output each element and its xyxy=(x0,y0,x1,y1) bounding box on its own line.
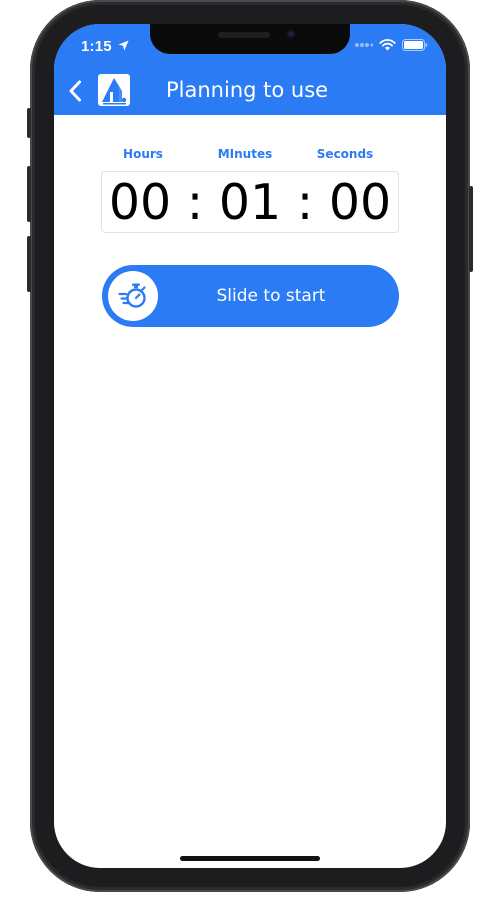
timer-display[interactable]: 00 : 01 : 00 xyxy=(102,172,398,232)
hours-label: Hours xyxy=(123,147,163,161)
location-arrow-icon xyxy=(118,40,129,51)
side-button-silent xyxy=(27,108,31,138)
chevron-left-icon xyxy=(69,80,81,102)
status-time: 1:15 xyxy=(81,38,129,55)
side-button-volume-down xyxy=(27,236,31,292)
phone-notch xyxy=(150,24,350,54)
timer-picker[interactable]: 00 : 01 : 00 xyxy=(101,171,399,233)
screen: 1:15 Planning to use Hours MInutes Secon… xyxy=(54,24,446,868)
status-icons xyxy=(355,39,428,51)
front-camera xyxy=(286,29,296,39)
phone-frame: 1:15 Planning to use Hours MInutes Secon… xyxy=(27,0,473,892)
seconds-label: Seconds xyxy=(316,147,374,161)
slide-to-start-track[interactable]: Slide to start xyxy=(102,265,399,327)
home-indicator[interactable] xyxy=(180,856,320,861)
side-button-power xyxy=(469,186,473,272)
wifi-icon xyxy=(379,39,396,51)
slide-knob[interactable] xyxy=(108,271,158,321)
status-time-text: 1:15 xyxy=(81,38,112,55)
slide-to-start-label: Slide to start xyxy=(216,286,326,306)
stopwatch-icon xyxy=(118,283,146,308)
earpiece-speaker xyxy=(218,32,270,38)
side-button-volume-up xyxy=(27,166,31,222)
minutes-label: MInutes xyxy=(217,147,273,161)
back-button[interactable] xyxy=(60,76,90,106)
app-logo-icon xyxy=(98,74,130,106)
battery-icon xyxy=(402,39,428,51)
page-title: Planning to use xyxy=(166,78,329,102)
signal-dots-icon xyxy=(355,43,373,47)
time-unit-labels: Hours MInutes Seconds xyxy=(114,147,386,163)
title-row: Planning to use xyxy=(54,74,446,108)
